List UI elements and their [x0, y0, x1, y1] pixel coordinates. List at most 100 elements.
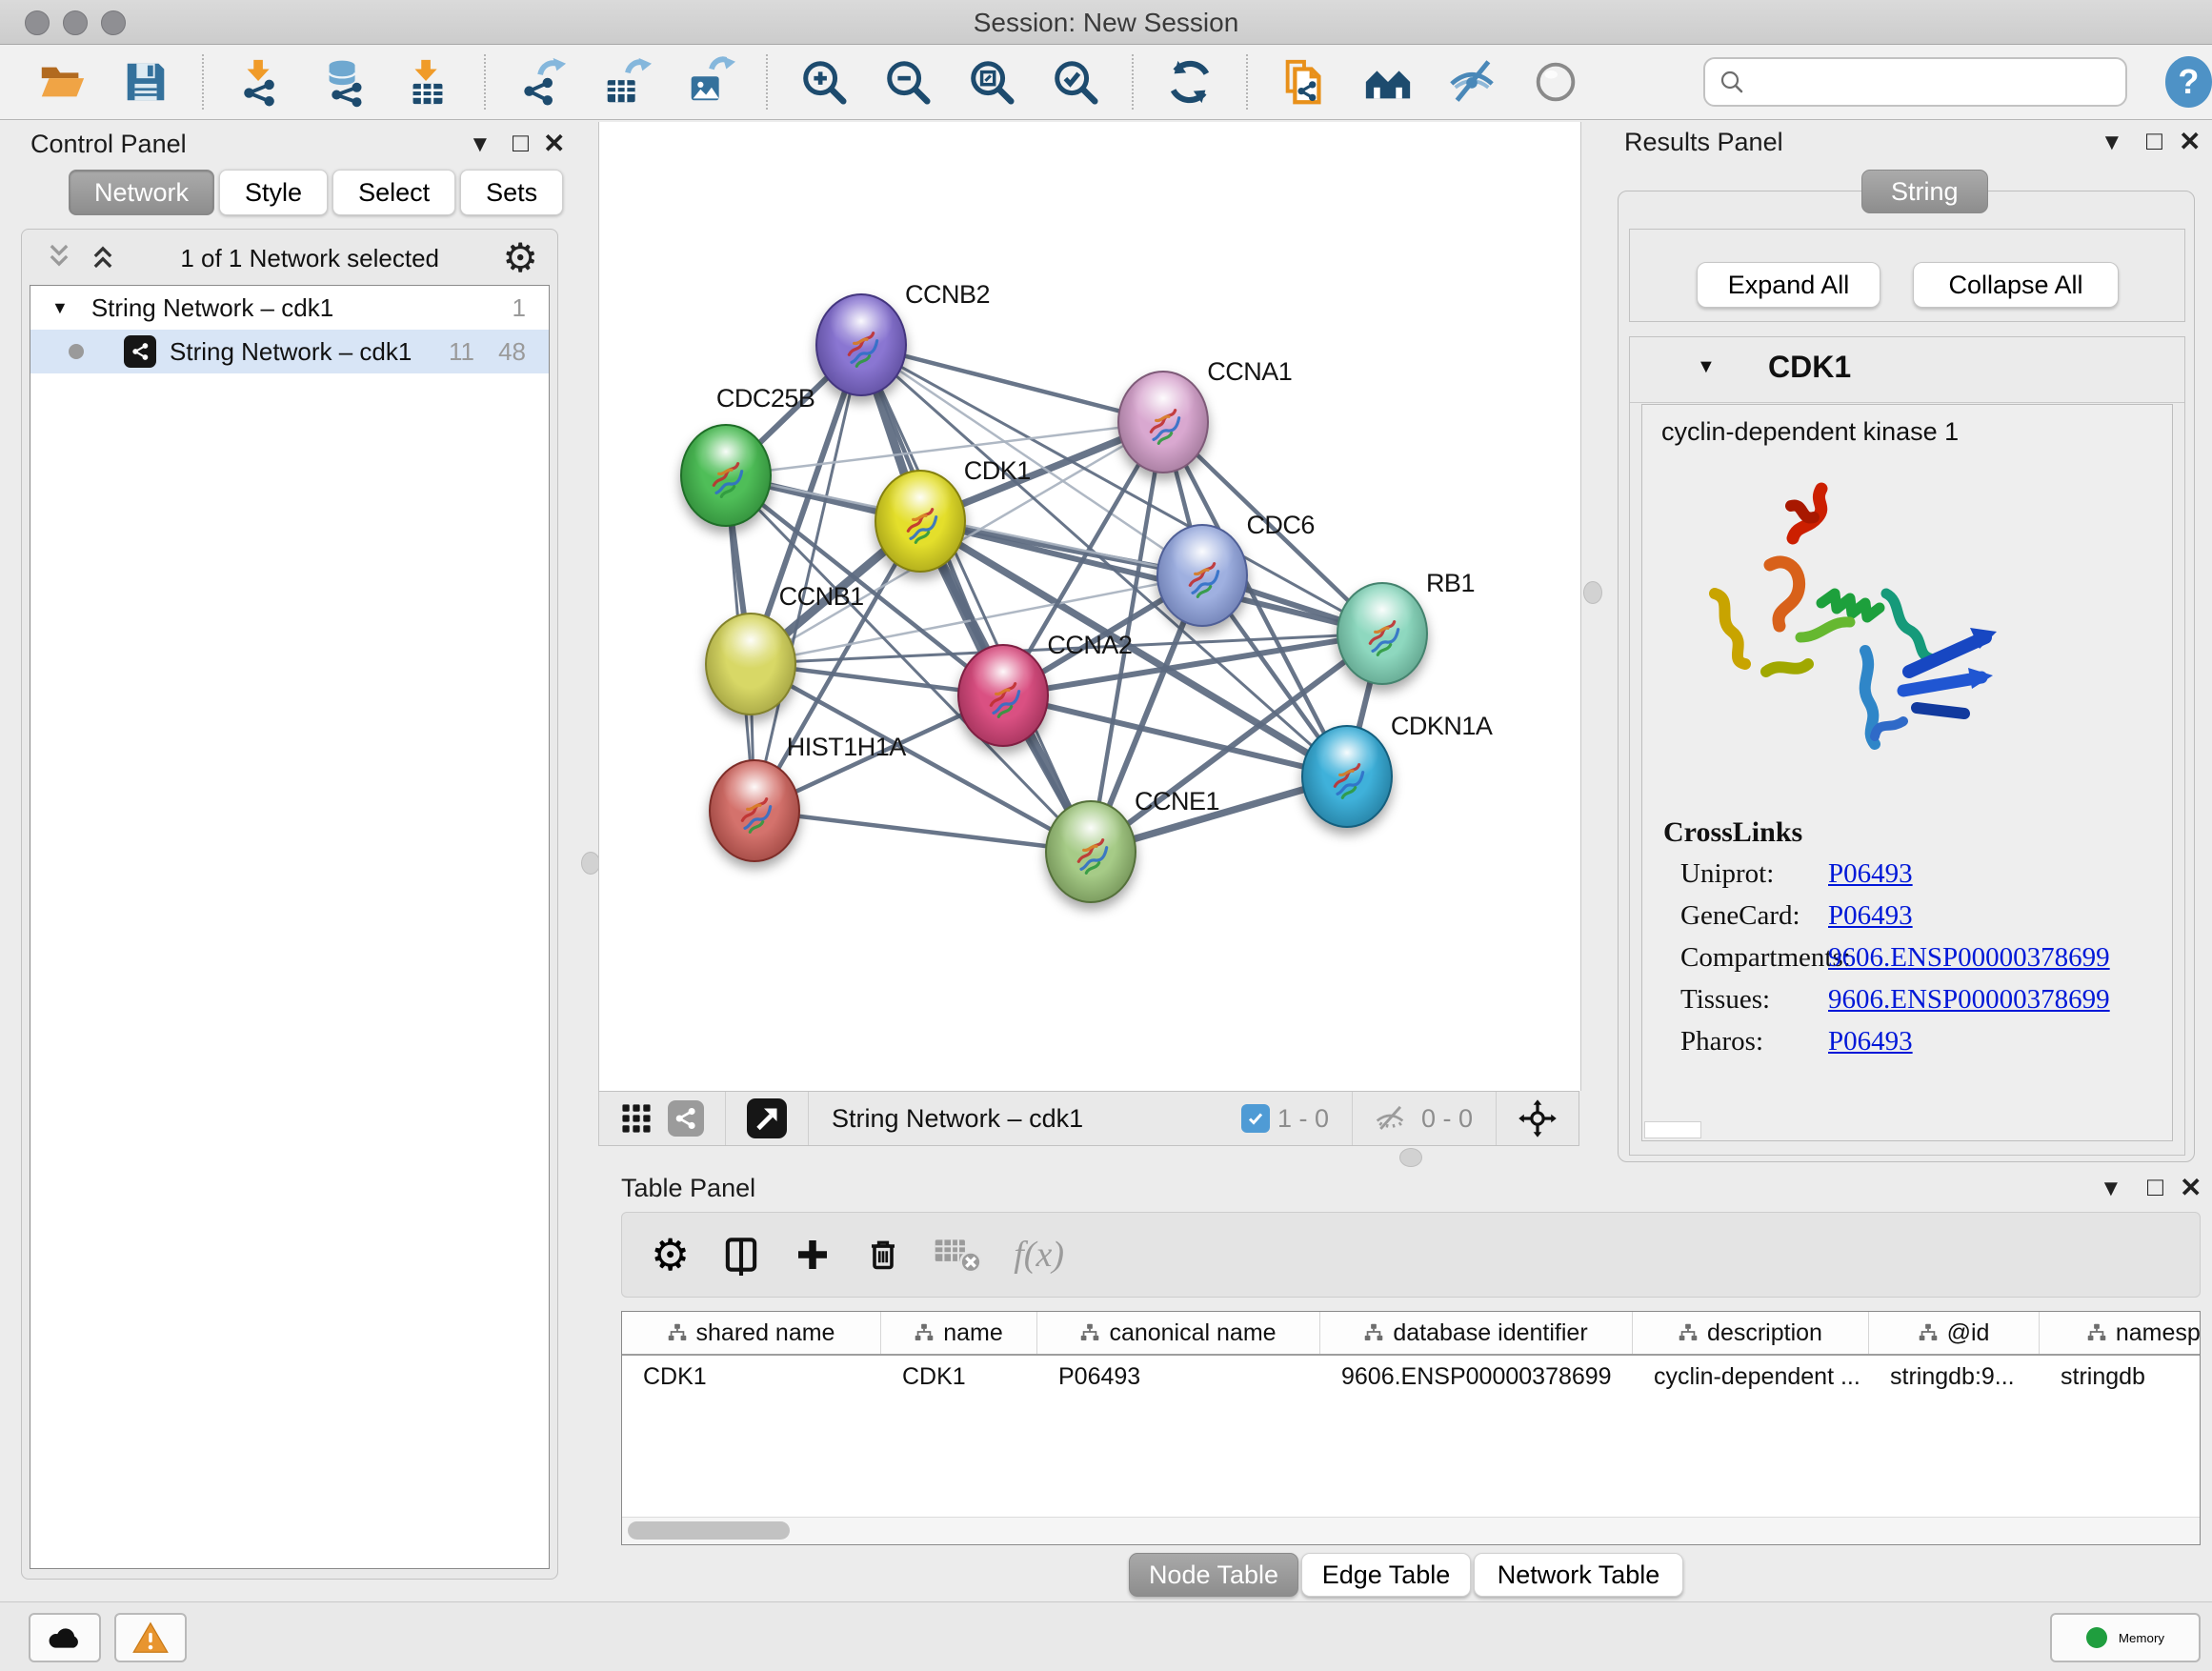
string-home-button[interactable] [1360, 54, 1416, 110]
zoom-selected-button[interactable] [1048, 54, 1103, 110]
table-panel-collapse-button[interactable]: ▼ [2100, 1178, 2122, 1200]
node-bubble[interactable] [705, 613, 796, 715]
cell-shared-name[interactable]: CDK1 [622, 1363, 881, 1391]
function-builder-button-disabled[interactable]: f(x) [1014, 1234, 1064, 1276]
string-protein-query-button[interactable] [1277, 54, 1332, 110]
tab-sets[interactable]: Sets [460, 170, 563, 215]
search-input[interactable] [1745, 67, 2112, 98]
table-row[interactable]: CDK1 CDK1 P06493 9606.ENSP00000378699 cy… [622, 1356, 2201, 1398]
section-collapse-arrow-icon[interactable]: ▼ [1697, 356, 1716, 378]
control-panel-float-button[interactable]: □ [513, 130, 529, 156]
network-row-selected[interactable]: String Network – cdk1 11 48 [30, 330, 549, 373]
column-header-database-identifier[interactable]: database identifier [1320, 1312, 1633, 1354]
refresh-view-button[interactable] [1162, 54, 1217, 110]
export-image-button[interactable] [682, 54, 737, 110]
table-options-gear-button[interactable]: ⚙ [651, 1233, 690, 1277]
tab-network[interactable]: Network [69, 170, 214, 215]
bottom-splitter-handle[interactable] [1399, 1148, 1422, 1167]
inner-scrollbar[interactable] [1644, 1121, 1701, 1138]
tab-node-table[interactable]: Node Table [1129, 1553, 1298, 1597]
node-bubble[interactable] [1045, 800, 1136, 903]
table-panel-close-button[interactable]: ✕ [2180, 1175, 2202, 1201]
string-show-labels-button[interactable] [1444, 54, 1499, 110]
hidden-elements-button[interactable] [1374, 1102, 1406, 1135]
crosslink-uniprot-link[interactable]: P06493 [1828, 858, 1913, 890]
network-canvas[interactable]: CCNB2 CCNA1 CDC25B CDK1 CDC6 RB1 CCNB1 C… [598, 122, 1581, 1091]
results-panel-collapse-button[interactable]: ▼ [2101, 131, 2123, 154]
results-panel-close-button[interactable]: ✕ [2179, 129, 2201, 155]
string-glass-ball-button[interactable] [1528, 54, 1583, 110]
cell-database-identifier[interactable]: 9606.ENSP00000378699 [1320, 1363, 1633, 1391]
delete-column-button[interactable] [863, 1235, 903, 1275]
selected-nodes-checkbox[interactable] [1241, 1104, 1270, 1133]
import-table-file-button[interactable] [400, 54, 455, 110]
cell-description[interactable]: cyclin-dependent ... [1633, 1363, 1869, 1391]
cell-at-id[interactable]: stringdb:9... [1869, 1363, 2040, 1391]
table-panel-float-button[interactable]: □ [2147, 1174, 2163, 1200]
column-header-name[interactable]: name [881, 1312, 1037, 1354]
left-splitter-handle[interactable] [581, 852, 600, 875]
warnings-button[interactable] [114, 1613, 187, 1662]
tab-edge-table[interactable]: Edge Table [1301, 1553, 1471, 1597]
results-panel-float-button[interactable]: □ [2146, 128, 2162, 154]
node-bubble[interactable] [1156, 524, 1248, 627]
cell-namespace[interactable]: stringdb [2040, 1363, 2201, 1391]
tab-style[interactable]: Style [219, 170, 328, 215]
network-options-gear-button[interactable]: ⚙ [502, 238, 538, 278]
crosslink-tissues-link[interactable]: 9606.ENSP00000378699 [1828, 984, 2110, 1016]
zoom-fit-button[interactable] [964, 54, 1019, 110]
scrollbar-thumb[interactable] [628, 1521, 790, 1540]
expand-all-button[interactable]: Expand All [1697, 262, 1880, 308]
open-session-button[interactable] [34, 54, 90, 110]
crosslink-genecard-link[interactable]: P06493 [1828, 900, 1913, 932]
cell-canonical-name[interactable]: P06493 [1037, 1363, 1320, 1391]
save-session-button[interactable] [118, 54, 173, 110]
zoom-in-button[interactable] [796, 54, 852, 110]
memory-button[interactable]: Memory [2050, 1613, 2201, 1662]
column-header-at-id[interactable]: @id [1869, 1312, 2040, 1354]
collection-expand-arrow-icon[interactable]: ▼ [51, 298, 69, 318]
birdseye-view-button[interactable] [747, 1098, 787, 1138]
table-horizontal-scrollbar[interactable] [622, 1517, 2200, 1544]
search-box[interactable] [1703, 57, 2127, 107]
cell-name[interactable]: CDK1 [881, 1363, 1037, 1391]
column-header-shared-name[interactable]: shared name [622, 1312, 881, 1354]
node-label: CDC6 [1246, 511, 1315, 540]
tab-network-table[interactable]: Network Table [1474, 1553, 1683, 1597]
show-columns-button[interactable] [720, 1234, 762, 1276]
import-network-database-button[interactable] [316, 54, 372, 110]
node-bubble[interactable] [709, 759, 800, 862]
import-network-file-button[interactable] [232, 54, 288, 110]
collapse-all-button[interactable]: Collapse All [1913, 262, 2119, 308]
help-button[interactable]: ? [2165, 56, 2212, 108]
delete-table-button-disabled[interactable] [934, 1235, 983, 1275]
node-bubble[interactable] [875, 470, 966, 573]
tab-select[interactable]: Select [332, 170, 455, 215]
collapse-all-networks-button[interactable] [45, 242, 73, 275]
grid-view-button[interactable] [620, 1102, 653, 1135]
create-column-button[interactable] [793, 1235, 833, 1275]
node-bubble[interactable] [815, 293, 907, 396]
results-tab-string[interactable]: String [1861, 170, 1988, 213]
network-collection-row[interactable]: ▼ String Network – cdk1 1 [30, 286, 549, 330]
crosslink-compartments-link[interactable]: 9606.ENSP00000378699 [1828, 942, 2110, 974]
control-panel-close-button[interactable]: ✕ [543, 131, 565, 157]
string-style-button[interactable] [668, 1100, 704, 1137]
expand-all-networks-button[interactable] [89, 242, 117, 275]
node-bubble[interactable] [1301, 725, 1393, 828]
export-table-button[interactable] [598, 54, 654, 110]
control-panel-collapse-button[interactable]: ▼ [469, 133, 492, 156]
column-header-namespace[interactable]: namespace [2040, 1312, 2201, 1354]
column-header-canonical-name[interactable]: canonical name [1037, 1312, 1320, 1354]
column-header-description[interactable]: description [1633, 1312, 1869, 1354]
center-view-button[interactable] [1518, 1098, 1558, 1138]
node-bubble[interactable] [680, 424, 772, 527]
node-bubble[interactable] [1117, 371, 1209, 473]
gene-section-header[interactable]: ▼ CDK1 [1630, 337, 2184, 403]
export-network-button[interactable] [514, 54, 570, 110]
zoom-out-button[interactable] [880, 54, 935, 110]
node-bubble[interactable] [957, 644, 1049, 747]
cloud-status-button[interactable] [29, 1613, 101, 1662]
crosslink-pharos-link[interactable]: P06493 [1828, 1026, 1913, 1057]
node-bubble[interactable] [1337, 582, 1428, 685]
